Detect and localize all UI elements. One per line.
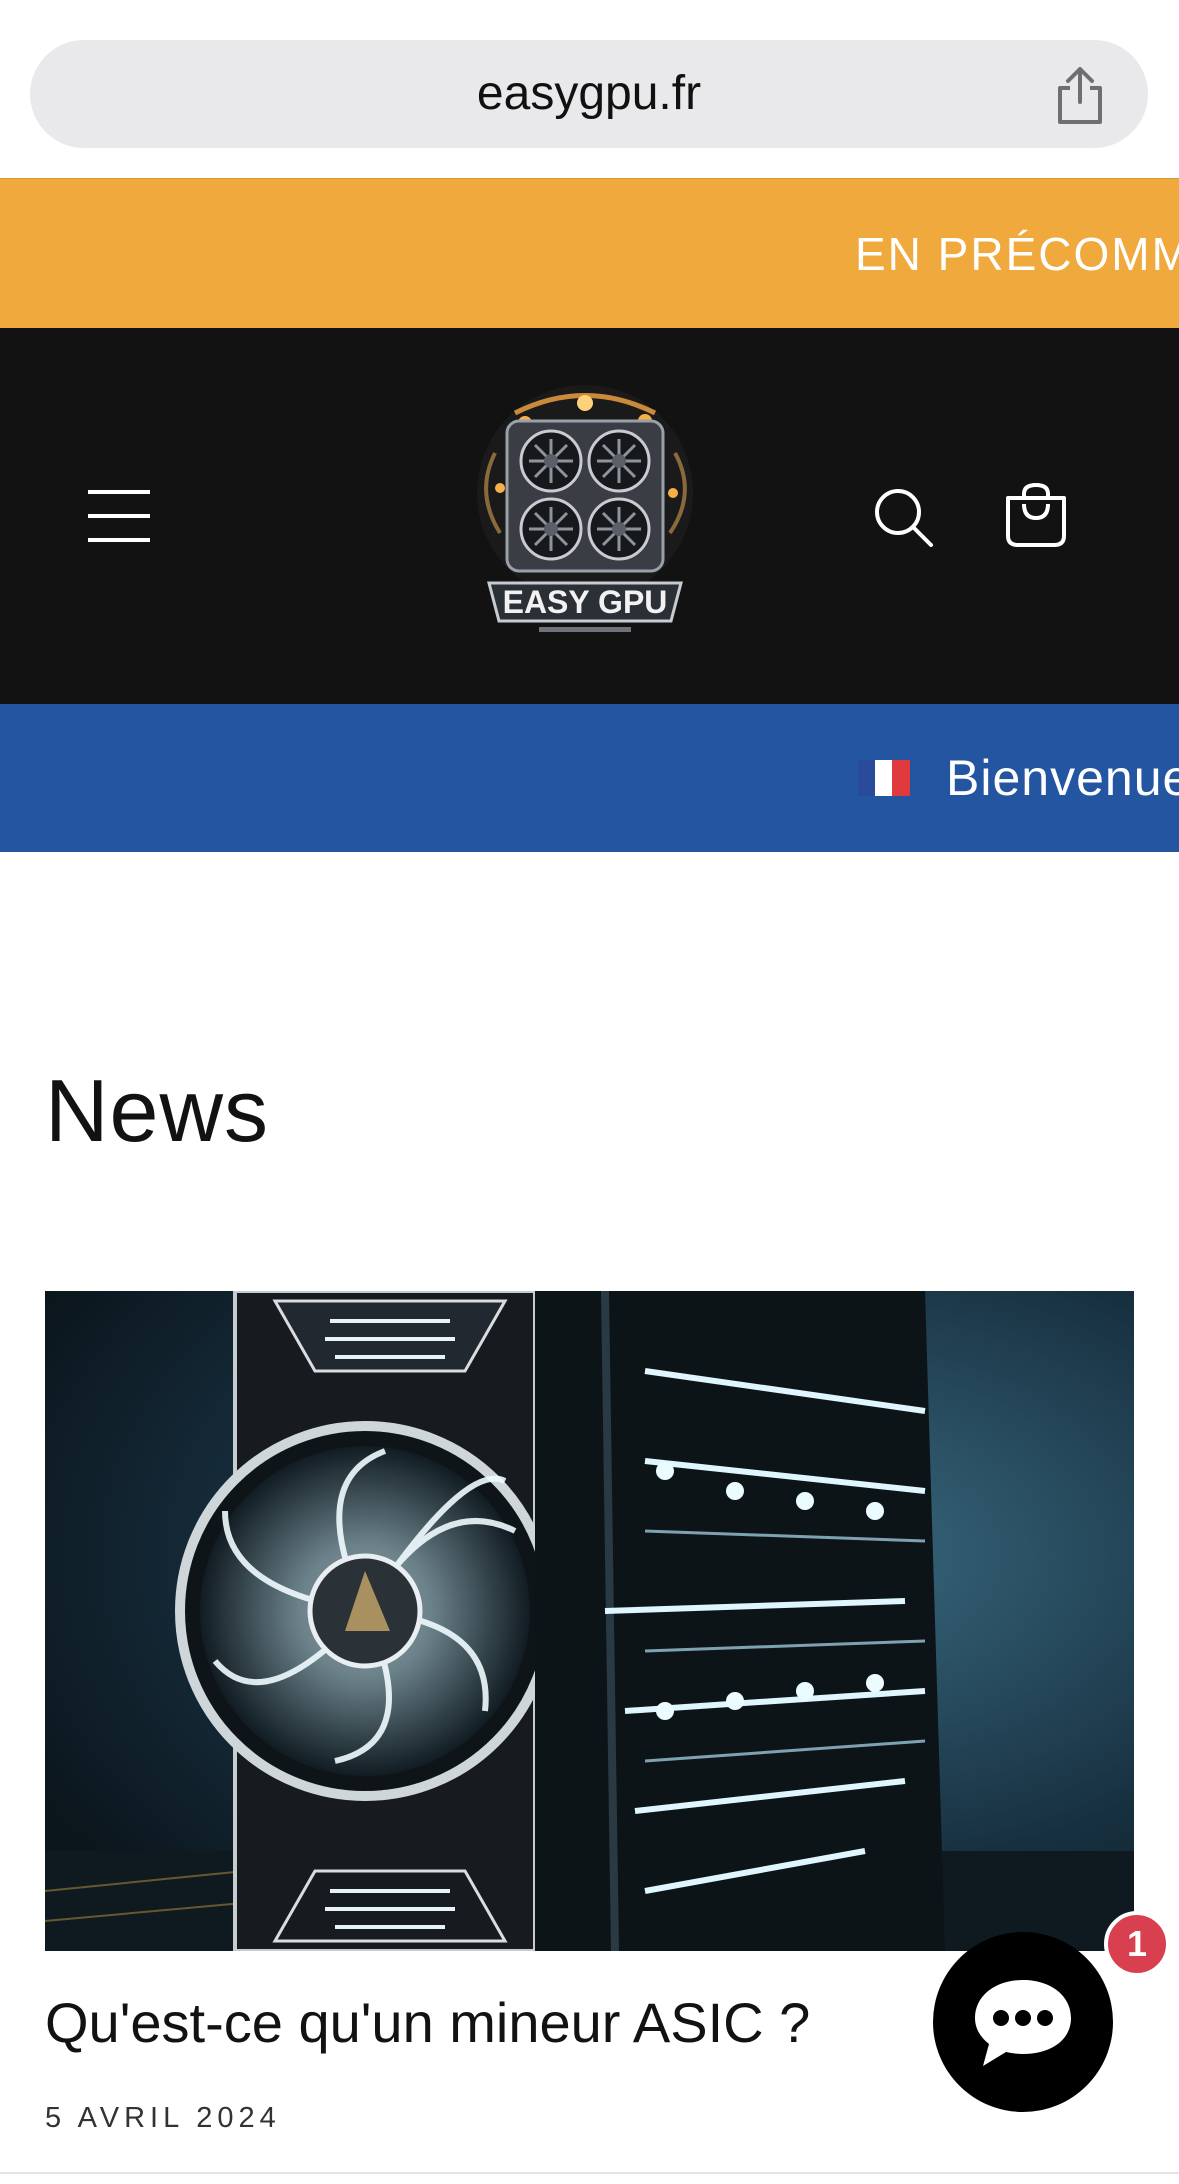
browser-top-bar: easygpu.fr [0, 0, 1179, 178]
svg-text:EASY GPU: EASY GPU [503, 584, 668, 620]
chat-notification-badge: 1 [1104, 1911, 1170, 1977]
article-image[interactable] [45, 1291, 1134, 1951]
welcome-text: Bienvenue [946, 750, 1179, 806]
search-icon[interactable] [872, 486, 934, 548]
easy-gpu-logo[interactable]: EASY GPU [455, 383, 715, 643]
share-icon[interactable] [1052, 66, 1108, 126]
french-flag-icon [858, 760, 910, 796]
gpu-card-glowing-fan-image [45, 1291, 1134, 1951]
announcement-bar: EN PRÉCOMMANDE [0, 178, 1179, 328]
divider [0, 2172, 1179, 2174]
url-text[interactable]: easygpu.fr [30, 40, 1148, 148]
announcement-text: EN PRÉCOMMANDE [855, 228, 1179, 280]
site-header: EASY GPU [0, 328, 1179, 704]
cart-bag-icon[interactable] [1004, 482, 1068, 548]
chat-bubble-icon [975, 1980, 1071, 2066]
article-date: 5 AVRIL 2024 [45, 2102, 281, 2134]
chat-button[interactable] [933, 1932, 1113, 2112]
address-bar[interactable]: easygpu.fr [30, 40, 1148, 148]
hamburger-menu-icon[interactable] [88, 488, 150, 544]
welcome-bar: Bienvenue [0, 704, 1179, 852]
article-title[interactable]: Qu'est-ce qu'un mineur ASIC ? [45, 1990, 810, 2055]
page-title: News [45, 1061, 270, 1160]
